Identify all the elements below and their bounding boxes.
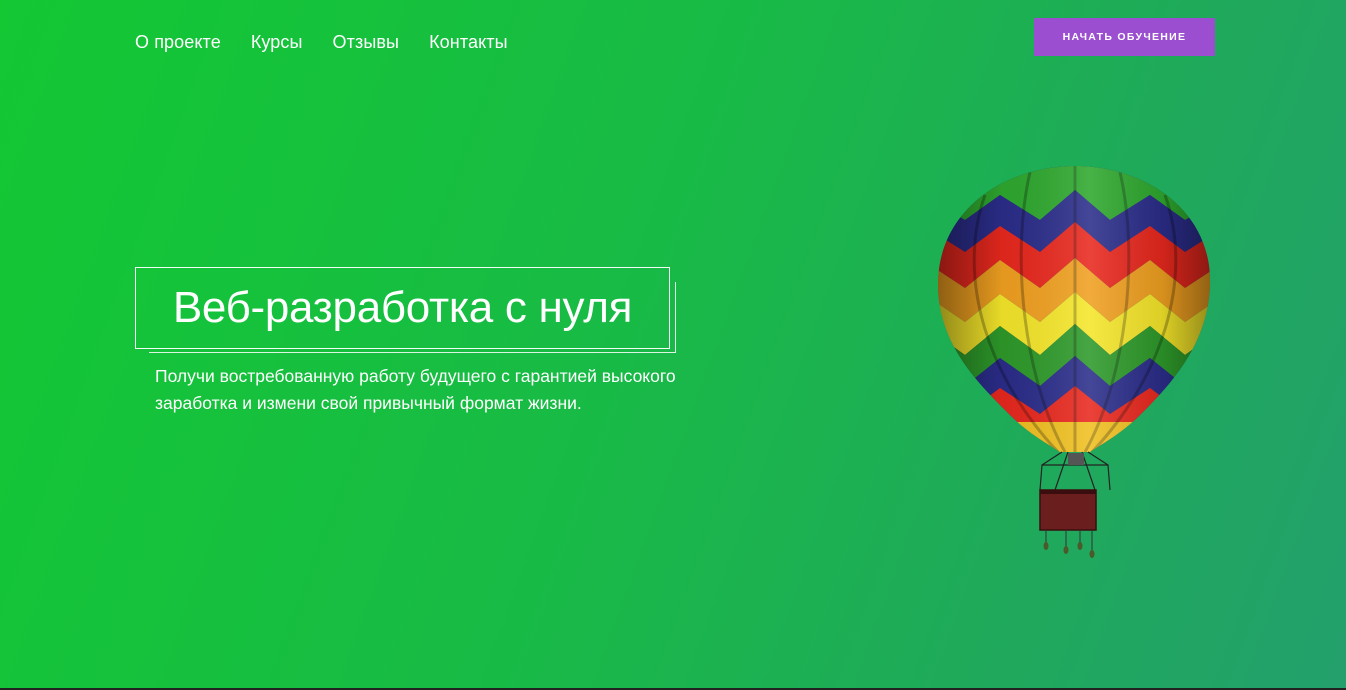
nav-item-about[interactable]: О проекте	[135, 31, 221, 53]
start-learning-button[interactable]: Начать обучение	[1034, 18, 1215, 56]
title-frame: Веб-разработка с нуля	[135, 267, 670, 349]
page-title: Веб-разработка с нуля	[172, 283, 633, 332]
main-nav: О проекте Курсы Отзывы Контакты	[135, 31, 538, 53]
hero-subtitle: Получи востребованную работу будущего с …	[155, 366, 676, 413]
nav-item-courses[interactable]: Курсы	[251, 31, 303, 53]
nav-item-contacts[interactable]: Контакты	[429, 31, 508, 53]
nav-item-reviews[interactable]: Отзывы	[333, 31, 400, 53]
hero-section: О проекте Курсы Отзывы Контакты Начать о…	[0, 0, 1346, 690]
hot-air-balloon-icon	[938, 166, 1211, 558]
